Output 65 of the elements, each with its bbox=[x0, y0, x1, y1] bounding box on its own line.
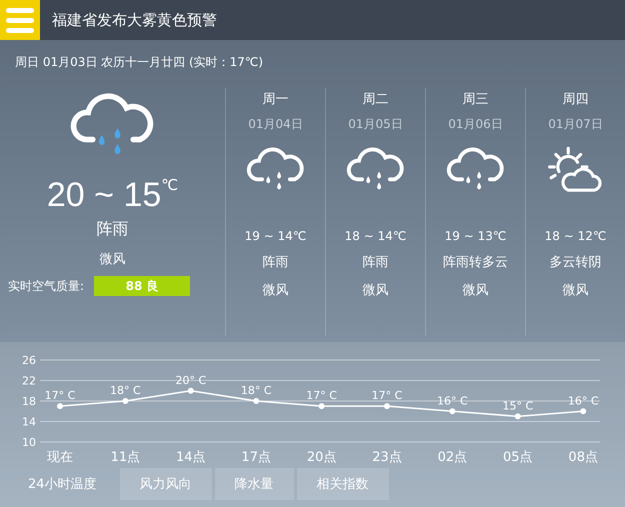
chart-tab[interactable]: 风力风向 bbox=[120, 468, 212, 500]
y-tick-label: 22 bbox=[22, 374, 36, 388]
x-tick-label: 20点 bbox=[306, 450, 336, 465]
temperature-range: 18 ~ 14℃ bbox=[344, 229, 406, 243]
date-label: 01月04日 bbox=[248, 116, 303, 133]
weather-label: 阵雨 bbox=[362, 254, 388, 271]
day-label: 周三 bbox=[462, 91, 488, 108]
data-point bbox=[580, 408, 586, 414]
value-label: 16° C bbox=[437, 394, 468, 408]
chart-tab[interactable]: 降水量 bbox=[214, 468, 294, 500]
unit-label: ℃ bbox=[161, 176, 178, 194]
weather-label: 阵雨转多云 bbox=[443, 254, 508, 271]
y-tick-label: 10 bbox=[22, 436, 36, 449]
data-point bbox=[384, 403, 390, 410]
chart-tab[interactable]: 24小时温度 bbox=[8, 468, 117, 500]
data-point bbox=[318, 403, 325, 410]
data-point bbox=[122, 398, 128, 404]
air-quality-value: 88 良 bbox=[94, 276, 190, 296]
alert-title[interactable]: 福建省发布大雾黄色预警 bbox=[52, 10, 217, 30]
wind-label: 微风 bbox=[462, 282, 488, 299]
temperature-range: 18 ~ 12℃ bbox=[544, 229, 606, 243]
weather-label: 阵雨 bbox=[96, 219, 128, 240]
wind-label: 微风 bbox=[262, 282, 288, 299]
date-label: 01月07日 bbox=[548, 116, 603, 133]
data-point bbox=[188, 388, 194, 394]
y-tick-label: 26 bbox=[22, 354, 36, 367]
x-tick-label: 17点 bbox=[241, 450, 271, 465]
x-tick-label: 11点 bbox=[110, 450, 140, 465]
data-point bbox=[253, 398, 260, 404]
wind-label: 微风 bbox=[100, 251, 126, 268]
temperature-range: 20 ~ 15 bbox=[46, 176, 162, 215]
menu-button[interactable] bbox=[0, 0, 40, 40]
x-tick-label: 23点 bbox=[372, 450, 402, 465]
x-tick-label: 05点 bbox=[503, 450, 533, 465]
date-label: 01月05日 bbox=[348, 116, 403, 133]
value-label: 18° C bbox=[110, 384, 141, 397]
day-label: 周一 bbox=[262, 91, 288, 108]
data-point bbox=[449, 408, 456, 414]
date-line: 周日 01月03日 农历十一月廿四 (实时：17℃) bbox=[14, 54, 264, 71]
x-tick-label: 08点 bbox=[568, 450, 598, 465]
x-tick-label: 02点 bbox=[438, 450, 468, 465]
x-tick-label: 现在 bbox=[47, 450, 73, 465]
value-label: 15° C bbox=[502, 399, 534, 412]
data-point bbox=[514, 413, 521, 420]
value-label: 17° C bbox=[372, 389, 402, 402]
wind-label: 微风 bbox=[562, 282, 588, 299]
weather-label: 阵雨 bbox=[262, 254, 288, 271]
y-tick-label: 18 bbox=[22, 395, 36, 408]
temperature-range: 19 ~ 13℃ bbox=[444, 229, 506, 243]
x-tick-label: 14点 bbox=[176, 450, 206, 465]
chart-tab[interactable]: 相关指数 bbox=[296, 468, 389, 500]
value-label: 17° C bbox=[44, 389, 76, 402]
wind-label: 微风 bbox=[362, 282, 388, 299]
y-tick-label: 14 bbox=[22, 416, 36, 428]
value-label: 16° C bbox=[568, 394, 599, 408]
day-label: 周四 bbox=[562, 91, 588, 108]
temperature-range: 19 ~ 14℃ bbox=[244, 229, 306, 243]
weather-label: 多云转阴 bbox=[550, 254, 602, 271]
value-label: 20° C bbox=[175, 374, 206, 387]
air-quality-label: 实时空气质量: bbox=[8, 278, 84, 294]
value-label: 18° C bbox=[240, 384, 272, 397]
data-point bbox=[57, 403, 63, 410]
value-label: 17° C bbox=[306, 389, 337, 402]
date-label: 01月06日 bbox=[448, 116, 503, 133]
day-label: 周二 bbox=[362, 91, 388, 108]
